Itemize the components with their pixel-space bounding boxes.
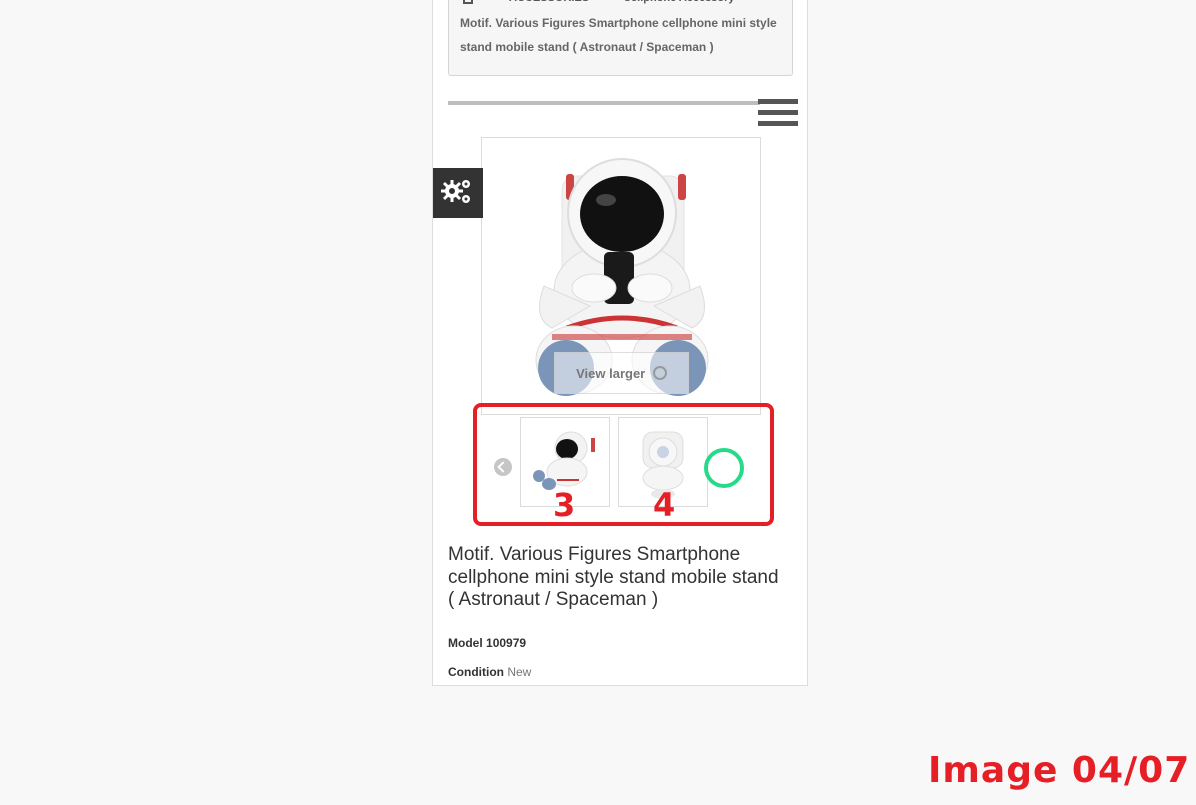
chevron-left-icon[interactable] — [494, 458, 512, 476]
annotation-number-4: 4 — [653, 486, 676, 524]
main-product-image[interactable]: View larger — [481, 137, 761, 415]
product-title: Motif. Various Figures Smartphone cellph… — [448, 544, 779, 610]
menu-icon[interactable] — [758, 99, 798, 131]
toolbar-divider — [448, 101, 760, 105]
product-model: Model 100979 — [448, 636, 526, 650]
home-icon[interactable] — [461, 0, 475, 4]
condition-value: New — [507, 665, 532, 679]
image-counter-watermark: Image 04/07 — [928, 750, 1191, 791]
mobile-viewport: › ACCESSORIES › Cellphone Accessory Moti… — [432, 0, 808, 686]
zoom-icon — [652, 366, 667, 380]
settings-gears-icon[interactable] — [433, 168, 483, 218]
view-larger-button[interactable]: View larger — [554, 352, 689, 394]
model-value: 100979 — [486, 636, 527, 650]
click-indicator-circle — [704, 448, 744, 488]
breadcrumb: › ACCESSORIES › Cellphone Accessory Moti… — [448, 0, 793, 76]
condition-label: Condition — [448, 665, 504, 679]
breadcrumb-current: Motif. Various Figures Smartphone cellph… — [460, 16, 777, 54]
product-condition: Condition New — [448, 665, 531, 679]
model-label: Model — [448, 636, 483, 650]
view-larger-label: View larger — [576, 366, 646, 381]
annotation-number-3: 3 — [553, 486, 576, 524]
